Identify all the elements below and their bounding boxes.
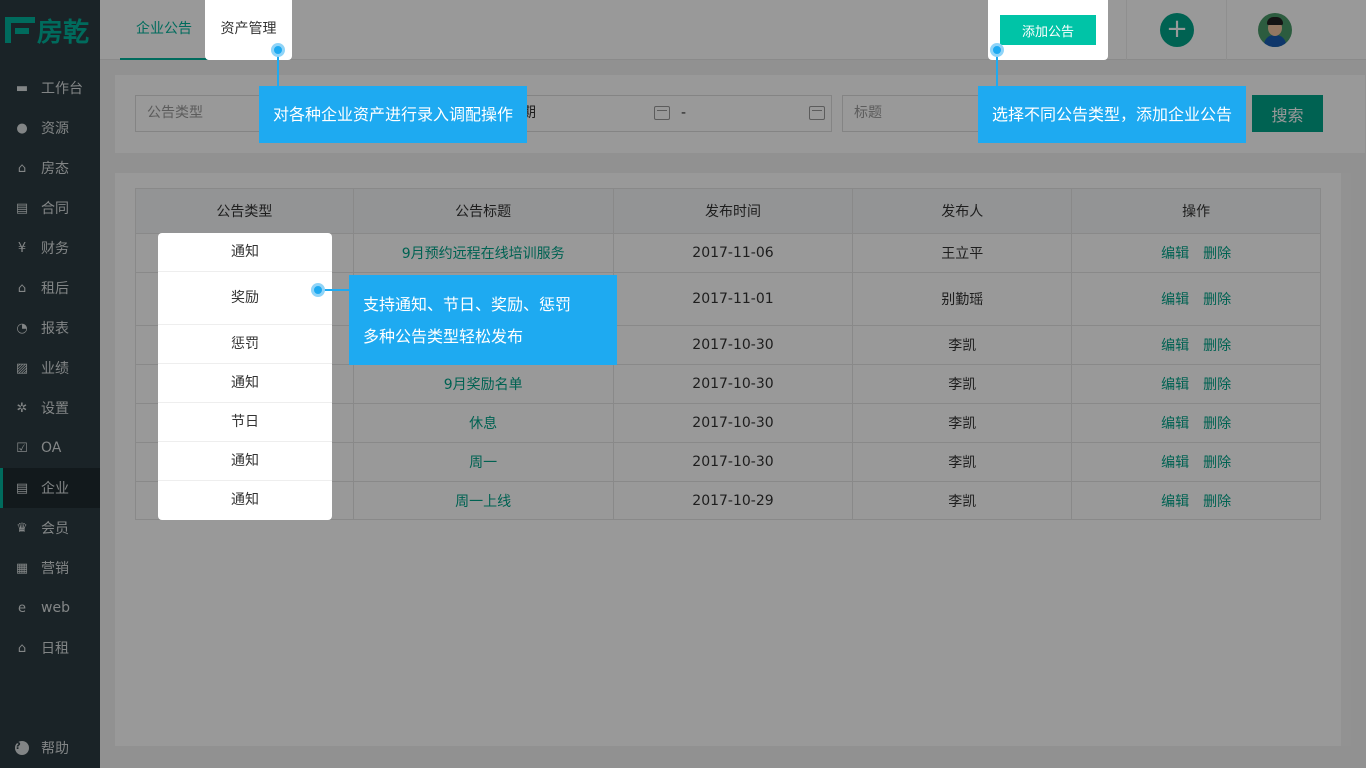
highlight-add-button: 添加公告 (988, 0, 1108, 60)
highlight-type-column: 通知 奖励 惩罚 通知 节日 通知 通知 (158, 233, 332, 520)
tooltip-line: 多种公告类型轻松发布 (363, 327, 524, 346)
hotspot-dot (311, 283, 325, 297)
type-list-item: 通知 (231, 492, 259, 508)
type-list-item: 奖励 (158, 272, 332, 325)
add-announcement-button[interactable]: 添加公告 (1000, 15, 1096, 45)
type-list-item: 节日 (158, 403, 332, 442)
tooltip-add: 选择不同公告类型，添加企业公告 (978, 86, 1246, 143)
hotspot-dot (271, 43, 285, 57)
type-list-item: 通知 (158, 233, 332, 272)
tooltip-assets: 对各种企业资产进行录入调配操作 (259, 86, 527, 143)
type-list-item: 惩罚 (158, 325, 332, 364)
tooltip-types: 支持通知、节日、奖励、惩罚 多种公告类型轻松发布 (349, 275, 617, 365)
type-list-item: 通知 (158, 442, 332, 481)
type-list-item: 通知 (158, 364, 332, 403)
tooltip-line: 支持通知、节日、奖励、惩罚 (363, 295, 572, 314)
hotspot-dot (990, 43, 1004, 57)
